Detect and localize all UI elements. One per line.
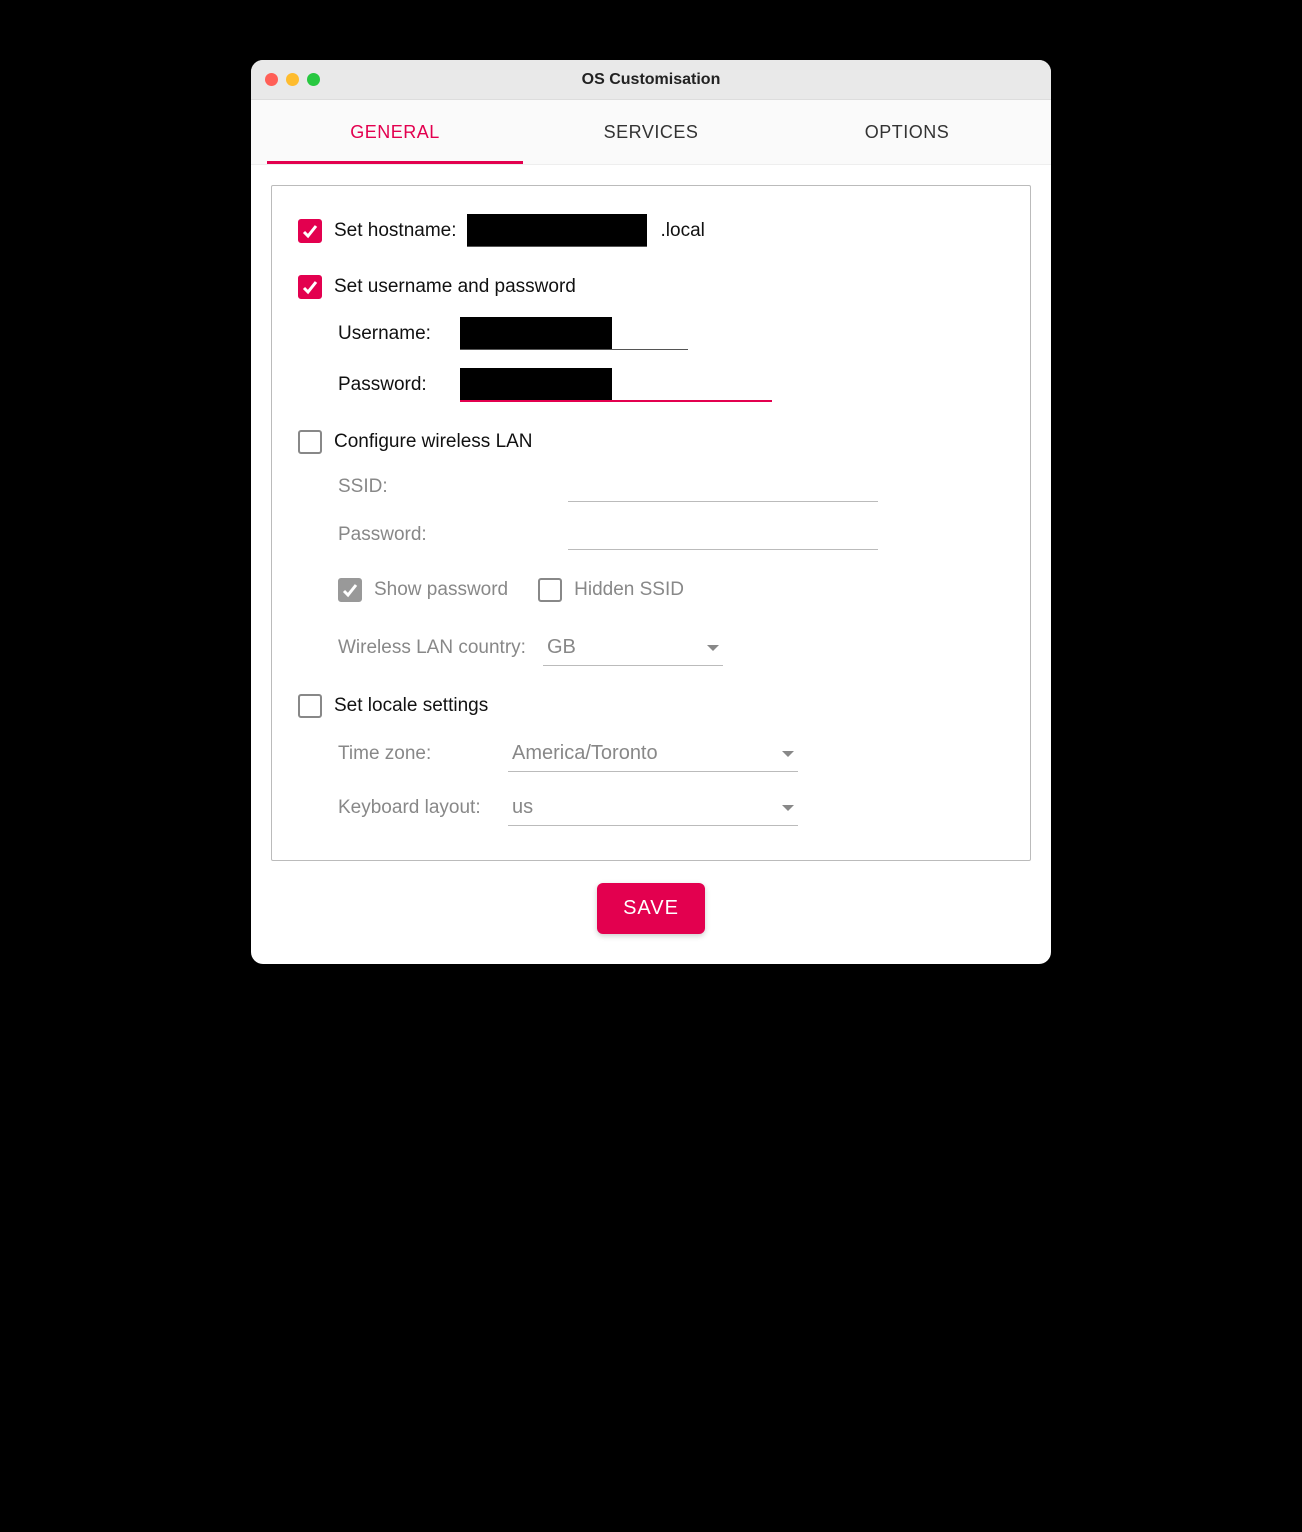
- wlan-country-row: Wireless LAN country: GB: [298, 630, 1004, 666]
- titlebar: OS Customisation: [251, 60, 1051, 100]
- hostname-input-wrap: [467, 214, 647, 247]
- timezone-label: Time zone:: [338, 743, 498, 765]
- content: Set hostname: .local Set username and pa…: [251, 165, 1051, 964]
- password-input-wrap: [460, 368, 772, 402]
- check-icon: [302, 223, 318, 239]
- ssid-row: SSID:: [298, 472, 1004, 502]
- password-input[interactable]: [460, 368, 612, 400]
- timezone-dropdown[interactable]: America/Toronto: [508, 736, 798, 772]
- hidden-ssid-checkbox[interactable]: [538, 578, 562, 602]
- check-icon: [302, 279, 318, 295]
- wlan-country-label: Wireless LAN country:: [338, 637, 533, 659]
- wlan-options-row: Show password Hidden SSID: [298, 578, 1004, 602]
- check-icon: [342, 582, 358, 598]
- hostname-row: Set hostname: .local: [298, 214, 1004, 247]
- configure-wlan-checkbox[interactable]: [298, 430, 322, 454]
- chevron-down-icon: [782, 751, 794, 757]
- os-customisation-window: OS Customisation GENERAL SERVICES OPTION…: [251, 60, 1051, 964]
- password-label: Password:: [338, 374, 448, 396]
- username-label: Username:: [338, 323, 448, 345]
- wlan-country-value: GB: [547, 636, 576, 659]
- wlan-row: Configure wireless LAN: [298, 430, 1004, 454]
- ssid-input[interactable]: [568, 472, 878, 502]
- chevron-down-icon: [707, 645, 719, 651]
- chevron-down-icon: [782, 805, 794, 811]
- wlan-password-row: Password:: [298, 520, 1004, 550]
- save-row: SAVE: [271, 861, 1031, 934]
- username-input-wrap: [460, 317, 688, 350]
- save-button[interactable]: SAVE: [597, 883, 705, 934]
- username-row: Username:: [298, 317, 1004, 350]
- tab-options[interactable]: OPTIONS: [779, 100, 1035, 164]
- tab-services[interactable]: SERVICES: [523, 100, 779, 164]
- hostname-input[interactable]: [467, 214, 647, 246]
- password-row: Password:: [298, 368, 1004, 402]
- tab-general[interactable]: GENERAL: [267, 100, 523, 164]
- tab-bar: GENERAL SERVICES OPTIONS: [251, 100, 1051, 165]
- set-hostname-checkbox[interactable]: [298, 219, 322, 243]
- close-button[interactable]: [265, 73, 278, 86]
- set-locale-checkbox[interactable]: [298, 694, 322, 718]
- ssid-label: SSID:: [338, 476, 448, 498]
- window-controls: [265, 73, 320, 86]
- show-password-label: Show password: [374, 579, 508, 601]
- keyboard-row: Keyboard layout: us: [298, 790, 1004, 826]
- userpass-row: Set username and password: [298, 275, 1004, 299]
- show-password-checkbox[interactable]: [338, 578, 362, 602]
- set-userpass-checkbox[interactable]: [298, 275, 322, 299]
- wlan-password-input[interactable]: [568, 520, 878, 550]
- timezone-value: America/Toronto: [512, 742, 658, 765]
- username-input[interactable]: [460, 317, 612, 349]
- hostname-suffix: .local: [661, 220, 705, 242]
- wlan-country-dropdown[interactable]: GB: [543, 630, 723, 666]
- maximize-button[interactable]: [307, 73, 320, 86]
- locale-row: Set locale settings: [298, 694, 1004, 718]
- timezone-row: Time zone: America/Toronto: [298, 736, 1004, 772]
- set-userpass-label: Set username and password: [334, 276, 576, 298]
- set-hostname-label: Set hostname:: [334, 220, 457, 242]
- window-title: OS Customisation: [251, 71, 1051, 89]
- general-panel: Set hostname: .local Set username and pa…: [271, 185, 1031, 861]
- wlan-password-label: Password:: [338, 524, 448, 546]
- keyboard-dropdown[interactable]: us: [508, 790, 798, 826]
- configure-wlan-label: Configure wireless LAN: [334, 431, 533, 453]
- set-locale-label: Set locale settings: [334, 695, 488, 717]
- keyboard-label: Keyboard layout:: [338, 797, 498, 819]
- keyboard-value: us: [512, 796, 533, 819]
- hidden-ssid-label: Hidden SSID: [574, 579, 684, 601]
- minimize-button[interactable]: [286, 73, 299, 86]
